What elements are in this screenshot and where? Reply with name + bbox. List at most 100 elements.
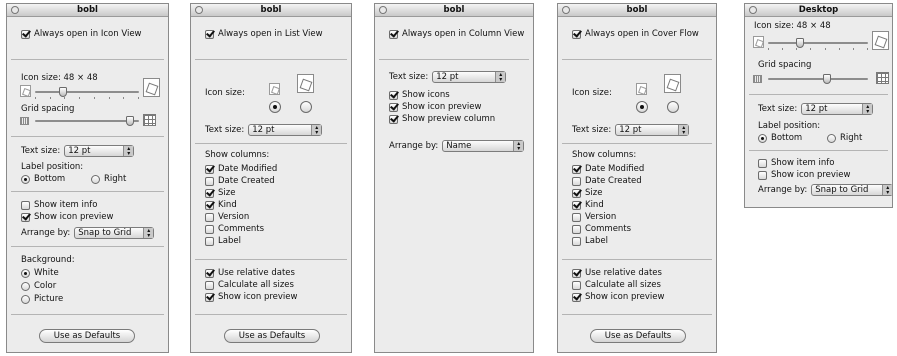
column-label: Date Created	[585, 176, 642, 186]
desktop-options-window: Desktop Icon size: 48 × 48 Grid spacing …	[744, 3, 893, 208]
checkbox-icon	[572, 268, 581, 278]
text-size-popup[interactable]: 12 pt ▴ ▾	[801, 103, 874, 115]
show-icon-preview-checkbox[interactable]: Show icon preview	[758, 170, 850, 180]
title-bar: bobl	[558, 4, 716, 17]
title-bar: bobl	[7, 4, 168, 17]
divider	[11, 191, 164, 192]
text-size-row: Text size: 12 pt ▴ ▾	[21, 145, 135, 157]
background-color-radio[interactable]: Color	[21, 281, 56, 291]
slider-thumb[interactable]	[126, 116, 134, 126]
grid-spacing-slider[interactable]	[768, 74, 868, 84]
slider-thumb[interactable]	[823, 74, 831, 84]
arrange-by-value: Snap to Grid	[78, 228, 132, 238]
radio-icon	[758, 133, 767, 143]
small-icon-icon	[753, 36, 764, 48]
column-label: Label	[585, 236, 608, 246]
large-icon-radio[interactable]	[300, 101, 312, 113]
always-open-checkbox[interactable]: Always open in Column View	[389, 29, 524, 39]
text-size-label: Text size:	[21, 146, 61, 156]
calculate-all-sizes-checkbox[interactable]: Calculate all sizes	[572, 280, 661, 290]
label-right-radio[interactable]: Right	[827, 133, 862, 143]
show-icon-preview-checkbox[interactable]: Show icon preview	[389, 102, 481, 112]
checkbox-icon	[572, 29, 581, 39]
text-size-popup[interactable]: 12 pt ▴ ▾	[615, 124, 690, 136]
icon-size-slider[interactable]	[768, 38, 868, 50]
always-open-checkbox[interactable]: Always open in Icon View	[21, 29, 142, 39]
column-checkbox[interactable]: Label	[205, 236, 241, 246]
column-checkbox[interactable]: Date Created	[205, 176, 275, 186]
text-size-value: 12 pt	[619, 125, 642, 135]
background-white-radio[interactable]: White	[21, 268, 59, 278]
always-open-checkbox[interactable]: Always open in Cover Flow	[572, 29, 699, 39]
popup-arrows-icon: ▴ ▾	[862, 104, 873, 115]
label-bottom-radio[interactable]: Bottom	[21, 174, 65, 184]
column-checkbox[interactable]: Comments	[205, 224, 264, 234]
use-relative-dates-label: Use relative dates	[585, 268, 662, 278]
use-as-defaults-button[interactable]: Use as Defaults	[39, 329, 135, 343]
column-checkbox[interactable]: Date Created	[572, 176, 642, 186]
grid-spacing-label: Grid spacing	[758, 60, 812, 70]
large-icon-icon	[664, 74, 681, 93]
text-size-popup[interactable]: 12 pt ▴ ▾	[432, 71, 507, 83]
show-item-info-checkbox[interactable]: Show item info	[21, 200, 97, 210]
bottom-label: Bottom	[771, 133, 803, 143]
column-checkbox[interactable]: Size	[572, 188, 602, 198]
arrange-by-popup[interactable]: Name ▴ ▾	[442, 140, 525, 152]
show-preview-column-label: Show preview column	[402, 114, 496, 124]
show-icon-preview-checkbox[interactable]: Show icon preview	[572, 292, 664, 302]
show-icon-preview-checkbox[interactable]: Show icon preview	[21, 212, 113, 222]
column-label: Size	[585, 188, 603, 198]
label-bottom-radio[interactable]: Bottom	[758, 133, 802, 143]
slider-thumb[interactable]	[59, 87, 67, 97]
large-icon-radio[interactable]	[667, 101, 679, 113]
calculate-all-sizes-checkbox[interactable]: Calculate all sizes	[205, 280, 294, 290]
window-title: bobl	[443, 5, 465, 15]
small-icon-radio[interactable]	[636, 101, 648, 113]
use-relative-dates-checkbox[interactable]: Use relative dates	[205, 268, 295, 278]
use-as-defaults-button[interactable]: Use as Defaults	[590, 329, 686, 343]
text-size-label: Text size:	[572, 125, 612, 135]
icon-view-options-window: bobl Always open in Icon View Icon size:…	[6, 3, 169, 353]
column-checkbox[interactable]: Version	[205, 212, 249, 222]
grid-spacing-slider[interactable]	[35, 116, 139, 126]
grid-spacing-label: Grid spacing	[21, 104, 75, 114]
show-preview-column-checkbox[interactable]: Show preview column	[389, 114, 495, 124]
column-checkbox[interactable]: Date Modified	[205, 164, 277, 174]
column-checkbox[interactable]: Version	[572, 212, 616, 222]
text-size-popup[interactable]: 12 pt ▴ ▾	[64, 145, 135, 157]
arrange-by-popup[interactable]: Snap to Grid ▴ ▾	[811, 184, 892, 196]
radio-icon	[827, 133, 836, 143]
checkbox-icon	[389, 29, 398, 39]
always-open-label: Always open in Cover Flow	[585, 29, 699, 39]
column-checkbox[interactable]: Comments	[572, 224, 631, 234]
show-columns-label: Show columns:	[205, 150, 270, 160]
always-open-label: Always open in Column View	[402, 29, 525, 39]
use-as-defaults-button[interactable]: Use as Defaults	[224, 329, 320, 343]
checkbox-icon	[205, 224, 214, 234]
show-icon-preview-checkbox[interactable]: Show icon preview	[205, 292, 297, 302]
arrange-by-row: Arrange by: Snap to Grid ▴ ▾	[758, 184, 892, 196]
background-picture-radio[interactable]: Picture	[21, 294, 63, 304]
column-checkbox[interactable]: Date Modified	[572, 164, 644, 174]
use-relative-dates-checkbox[interactable]: Use relative dates	[572, 268, 662, 278]
always-open-checkbox[interactable]: Always open in List View	[205, 29, 323, 39]
radio-icon	[21, 174, 30, 184]
column-checkbox[interactable]: Kind	[572, 200, 604, 210]
show-icons-checkbox[interactable]: Show icons	[389, 90, 450, 100]
column-label: Date Modified	[218, 164, 278, 174]
small-icon-radio[interactable]	[269, 101, 281, 113]
text-size-popup[interactable]: 12 pt ▴ ▾	[248, 124, 323, 136]
column-checkbox[interactable]: Kind	[205, 200, 237, 210]
column-checkbox[interactable]: Label	[572, 236, 608, 246]
column-checkbox[interactable]: Size	[205, 188, 235, 198]
arrange-by-popup[interactable]: Snap to Grid ▴ ▾	[74, 227, 155, 239]
slider-thumb[interactable]	[796, 38, 804, 48]
use-relative-dates-label: Use relative dates	[218, 268, 295, 278]
icon-size-slider[interactable]	[35, 87, 139, 99]
label-right-radio[interactable]: Right	[91, 174, 126, 184]
checkbox-icon	[572, 200, 581, 210]
divider	[562, 314, 712, 315]
arrange-by-label: Arrange by:	[21, 228, 71, 238]
show-item-info-checkbox[interactable]: Show item info	[758, 158, 834, 168]
divider	[11, 246, 164, 247]
